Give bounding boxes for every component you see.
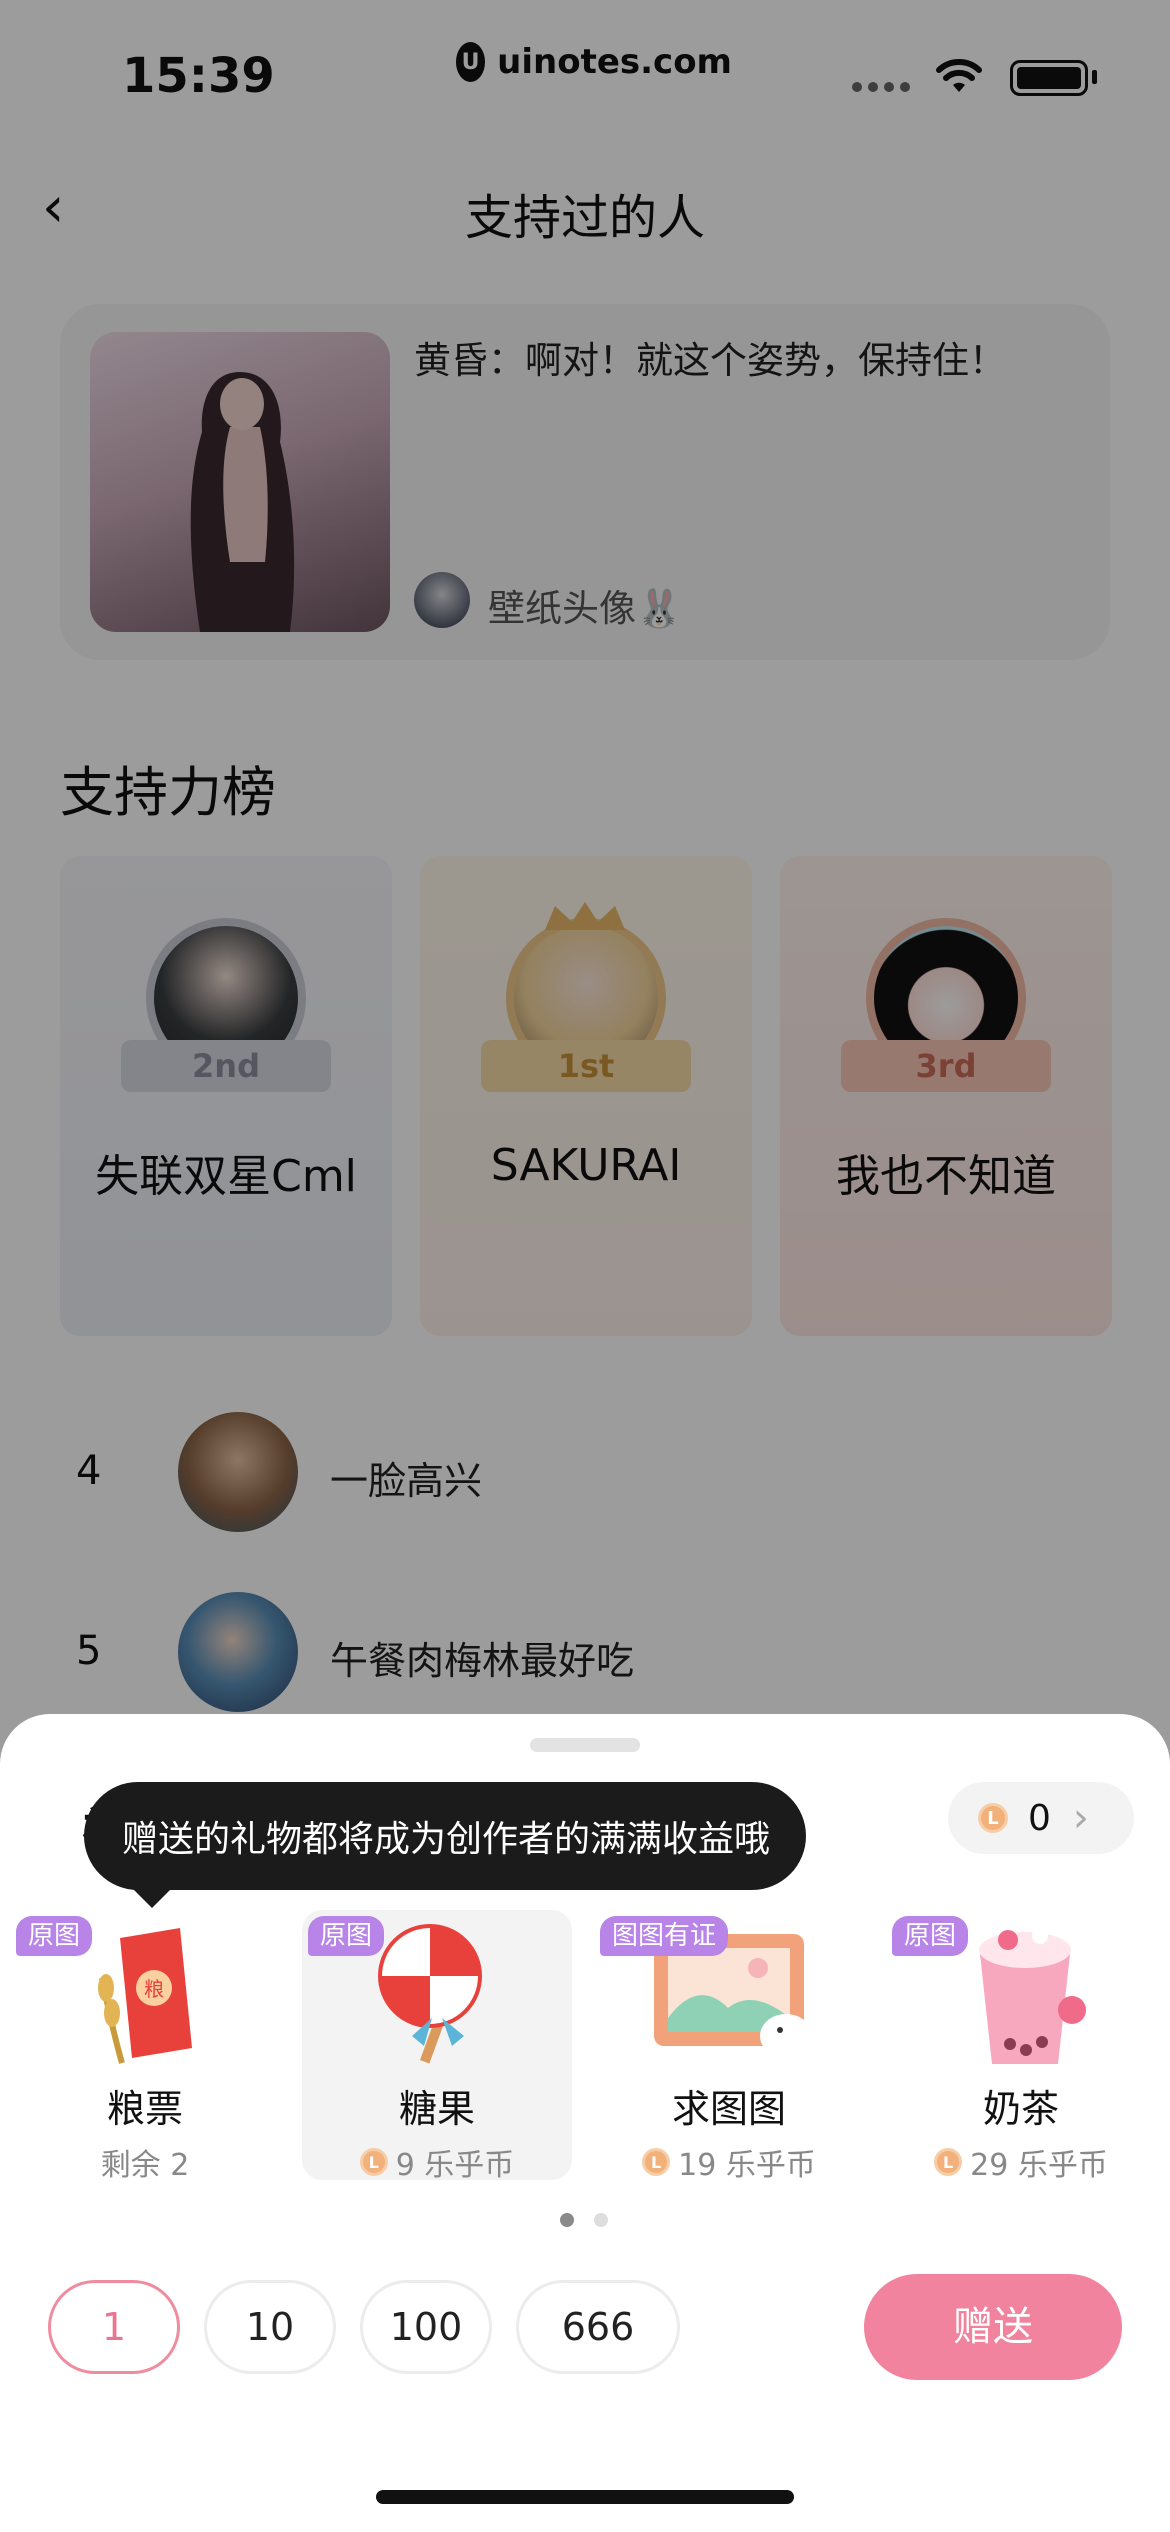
send-gift-button[interactable]: 赠送: [864, 2274, 1122, 2380]
gift-remaining-text: 剩余 2: [100, 2148, 190, 2183]
gift-price-text: 9 乐乎币: [395, 2148, 515, 2183]
gift-price: L9 乐乎币: [302, 2140, 572, 2184]
quantity-option-666[interactable]: 666: [516, 2280, 680, 2374]
page-indicator[interactable]: [594, 2213, 608, 2227]
quantity-option-100[interactable]: 100: [360, 2280, 492, 2374]
coin-icon: L: [359, 2148, 388, 2176]
balance-value: 0: [1028, 1797, 1051, 1839]
coin-icon: L: [642, 2148, 671, 2176]
gift-tooltip[interactable]: 赠送的礼物都将成为创作者的满满收益哦: [84, 1782, 806, 1890]
gift-price-text: 19 乐乎币: [678, 2148, 816, 2183]
grain-ticket-icon: 粮: [82, 1918, 202, 2068]
gift-name: 粮票: [106, 2087, 183, 2131]
coin-icon: L: [978, 1803, 1008, 1833]
chevron-right-icon: ›: [1072, 1795, 1089, 1841]
tooltip-tail: [130, 1886, 174, 1908]
coin-icon: L: [934, 2148, 963, 2176]
gift-name: 糖果: [398, 2087, 475, 2131]
quantity-option-1[interactable]: 1: [48, 2280, 180, 2374]
gift-badge: 原图: [308, 1916, 385, 1956]
gift-badge: 原图: [16, 1916, 93, 1956]
gift-tooltip-text: 赠送的礼物都将成为创作者的满满收益哦: [122, 1819, 771, 1860]
gift-price-text: 29 乐乎币: [970, 2148, 1108, 2183]
gift-name: 奶茶: [982, 2087, 1059, 2131]
gift-price: L 29 乐乎币: [886, 2140, 1156, 2184]
balance-button[interactable]: L 0 ›: [948, 1782, 1134, 1854]
sheet-handle[interactable]: [530, 1738, 640, 1752]
gift-name: 求图图: [671, 2087, 786, 2131]
home-indicator[interactable]: [376, 2490, 794, 2504]
gift-badge: 图图有证: [600, 1916, 729, 1956]
gift-price: L 19 乐乎币: [594, 2140, 864, 2184]
gift-remaining: 剩余 2: [10, 2140, 280, 2184]
lollipop-icon: [372, 1918, 502, 2068]
milk-tea-icon: [960, 1914, 1100, 2074]
gift-badge: 原图: [892, 1916, 969, 1956]
page-indicator-active[interactable]: [560, 2213, 574, 2227]
quantity-option-10[interactable]: 10: [204, 2280, 336, 2374]
svg-text:粮: 粮: [144, 1977, 164, 2001]
